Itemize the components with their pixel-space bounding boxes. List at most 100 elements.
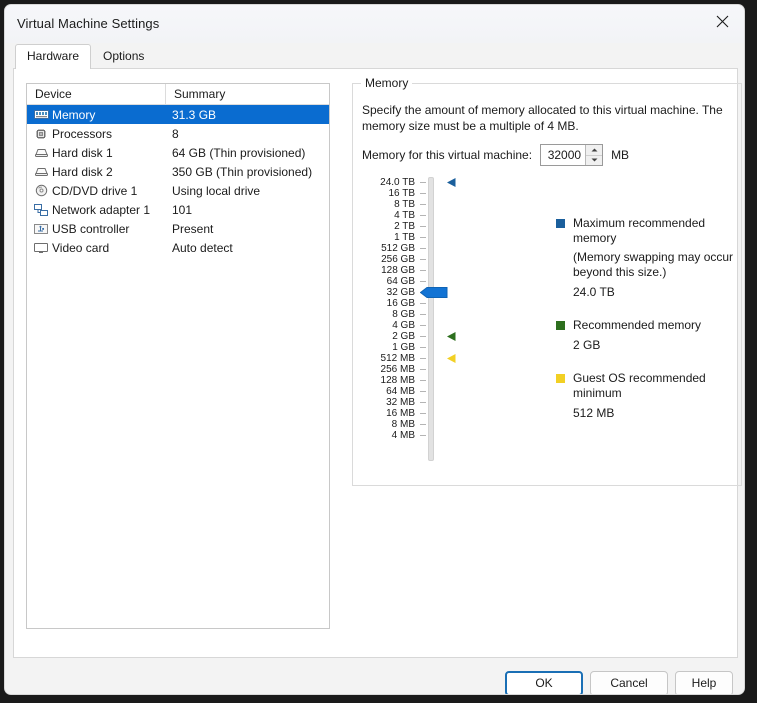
scale-tick: 4 TB bbox=[362, 210, 452, 221]
legend-swatch bbox=[556, 374, 565, 383]
table-row[interactable]: USB controller Present bbox=[27, 219, 329, 238]
scale-tick-mark bbox=[420, 336, 426, 337]
legend-title: Recommended memory bbox=[573, 318, 702, 332]
device-summary: 101 bbox=[172, 202, 193, 217]
cancel-button[interactable]: Cancel bbox=[590, 671, 668, 694]
device-name: Hard disk 1 bbox=[52, 145, 113, 160]
scale-tick-mark bbox=[420, 347, 426, 348]
legend-value: 24.0 TB bbox=[573, 285, 615, 299]
scale-tick-label: 2 TB bbox=[394, 221, 415, 232]
scale-tick-label: 4 MB bbox=[391, 430, 415, 441]
scale-tick-mark bbox=[420, 259, 426, 260]
table-row[interactable]: Video card Auto detect bbox=[27, 238, 329, 257]
hard-disk-icon bbox=[33, 146, 49, 160]
chevron-down-icon[interactable] bbox=[586, 154, 603, 165]
memory-settings-group: Memory Specify the amount of memory allo… bbox=[352, 76, 742, 486]
scale-tick-label: 16 MB bbox=[386, 408, 415, 419]
ok-button[interactable]: OK bbox=[505, 671, 583, 694]
scale-tick: 256 MB bbox=[362, 364, 452, 375]
legend-title: Guest OS recommended minimum bbox=[573, 371, 706, 400]
memory-slider-thumb[interactable] bbox=[419, 286, 448, 299]
tab-options[interactable]: Options bbox=[91, 44, 156, 69]
remove-button: Remove bbox=[257, 694, 335, 695]
device-summary: 64 GB (Thin provisioned) bbox=[172, 145, 306, 160]
hardware-tab-page: Device Summary Memory 31.3 GB Processors… bbox=[13, 68, 742, 658]
scale-tick-label: 16 TB bbox=[388, 188, 416, 199]
scale-tick: 4 MB bbox=[362, 430, 452, 441]
device-list[interactable]: Device Summary Memory 31.3 GB Processors… bbox=[26, 83, 330, 629]
legend-value: 2 GB bbox=[573, 338, 601, 352]
memory-legend: Maximum recommended memory (Memory swappi… bbox=[556, 216, 736, 439]
tab-hardware[interactable]: Hardware bbox=[15, 44, 92, 69]
scale-tick-label: 4 GB bbox=[392, 320, 415, 331]
scale-tick-mark bbox=[420, 314, 426, 315]
memory-group-title: Memory bbox=[361, 76, 413, 90]
device-name: Video card bbox=[52, 240, 110, 255]
scale-tick-label: 4 TB bbox=[394, 210, 415, 221]
scale-tick-label: 32 GB bbox=[386, 287, 415, 298]
scale-tick-mark bbox=[420, 204, 426, 205]
scale-tick: 16 GB bbox=[362, 298, 452, 309]
add-button[interactable]: Add... bbox=[178, 694, 253, 695]
table-row[interactable]: Hard disk 1 64 GB (Thin provisioned) bbox=[27, 143, 329, 162]
scale-tick: 8 MB bbox=[362, 419, 452, 430]
legend-title: Maximum recommended memory bbox=[573, 216, 706, 245]
scale-tick-label: 8 GB bbox=[392, 309, 415, 320]
scale-tick-label: 32 MB bbox=[386, 397, 415, 408]
scale-tick-mark bbox=[420, 435, 426, 436]
scale-tick-mark bbox=[420, 215, 426, 216]
legend-item: Guest OS recommended minimum 512 MB bbox=[556, 371, 736, 421]
scale-tick: 2 TB bbox=[362, 221, 452, 232]
memory-field-label: Memory for this virtual machine: bbox=[362, 148, 533, 162]
scale-tick: 512 GB bbox=[362, 243, 452, 254]
processor-icon bbox=[33, 127, 49, 141]
device-name: Processors bbox=[52, 126, 113, 141]
scale-tick-label: 256 MB bbox=[380, 364, 415, 375]
table-row[interactable]: Hard disk 2 350 GB (Thin provisioned) bbox=[27, 162, 329, 181]
scale-tick: 16 TB bbox=[362, 188, 452, 199]
table-row[interactable]: CD/DVD drive 1 Using local drive bbox=[27, 181, 329, 200]
scale-tick-mark bbox=[420, 270, 426, 271]
close-icon[interactable] bbox=[700, 5, 744, 38]
scale-tick: 1 GB bbox=[362, 342, 452, 353]
memory-scale: 24.0 TB 16 TB 8 TB 4 TB 2 TB 1 TB 512 GB 256 GB… bbox=[362, 177, 456, 467]
scale-tick-mark bbox=[420, 424, 426, 425]
device-name: Memory bbox=[52, 107, 96, 122]
device-summary: Auto detect bbox=[172, 240, 233, 255]
scale-tick: 16 MB bbox=[362, 408, 452, 419]
table-row[interactable]: Processors 8 bbox=[27, 124, 329, 143]
scale-tick: 128 GB bbox=[362, 265, 452, 276]
legend-swatch bbox=[556, 321, 565, 330]
scale-tick-label: 512 GB bbox=[381, 243, 415, 254]
memory-size-input[interactable]: 32000 bbox=[541, 145, 585, 165]
scale-tick: 512 MB bbox=[362, 353, 452, 364]
column-header-device[interactable]: Device bbox=[27, 84, 166, 104]
scale-tick-label: 128 GB bbox=[381, 265, 415, 276]
table-row[interactable]: Network adapter 1 101 bbox=[27, 200, 329, 219]
scale-tick-mark bbox=[420, 358, 426, 359]
memory-size-stepper[interactable]: 32000 bbox=[540, 144, 604, 166]
legend-note: (Memory swapping may occur beyond this s… bbox=[573, 250, 734, 279]
legend-item: Recommended memory 2 GB bbox=[556, 318, 736, 353]
memory-icon bbox=[33, 108, 49, 122]
column-header-summary[interactable]: Summary bbox=[166, 84, 329, 104]
scale-tick: 2 GB bbox=[362, 331, 452, 342]
chevron-up-icon[interactable] bbox=[586, 145, 603, 155]
dialog-footer: OK Cancel Help bbox=[5, 661, 744, 694]
scale-tick-mark bbox=[420, 369, 426, 370]
scale-tick-label: 64 GB bbox=[386, 276, 415, 287]
device-list-header: Device Summary bbox=[27, 84, 329, 105]
scale-tick: 32 MB bbox=[362, 397, 452, 408]
device-name: Hard disk 2 bbox=[52, 164, 113, 179]
help-button[interactable]: Help bbox=[675, 671, 733, 694]
scale-tick-label: 256 GB bbox=[381, 254, 415, 265]
scale-tick: 8 TB bbox=[362, 199, 452, 210]
scale-tick-label: 8 MB bbox=[391, 419, 415, 430]
scale-tick: 128 MB bbox=[362, 375, 452, 386]
table-row[interactable]: Memory 31.3 GB bbox=[27, 105, 329, 124]
scale-tick-label: 2 GB bbox=[392, 331, 415, 342]
scale-tick-mark bbox=[420, 237, 426, 238]
memory-spin-buttons bbox=[585, 145, 603, 165]
tab-strip: Hardware Options bbox=[15, 44, 156, 69]
device-summary: Present bbox=[172, 221, 214, 236]
